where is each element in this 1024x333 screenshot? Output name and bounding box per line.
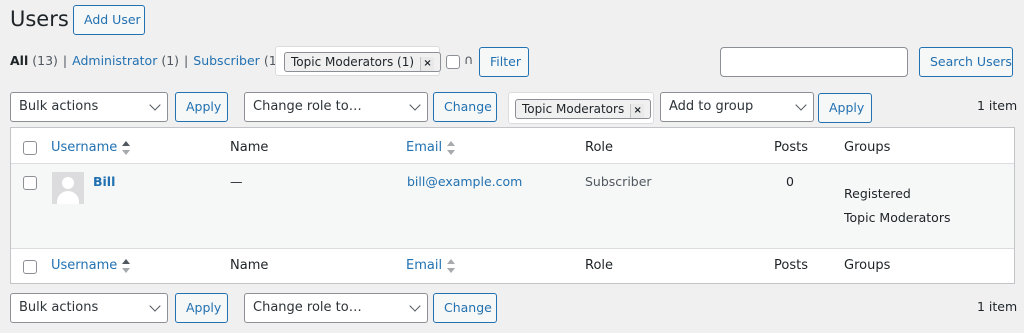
column-username[interactable]: Username: [51, 140, 131, 155]
items-count-bottom: 1 item: [977, 299, 1018, 314]
intersect-symbol: ∩: [464, 53, 474, 68]
add-user-button[interactable]: Add User: [73, 5, 145, 35]
change-role-button[interactable]: Change: [433, 92, 497, 122]
group-filter-chip[interactable]: Topic Moderators (1) ×: [284, 52, 442, 72]
name-cell: —: [230, 174, 243, 189]
group-select[interactable]: Topic Moderators ×: [508, 92, 654, 124]
sort-arrows-icon: [446, 140, 456, 155]
row-checkbox[interactable]: [23, 176, 37, 190]
username-link[interactable]: Bill: [93, 174, 115, 189]
column-role-footer: Role: [585, 258, 614, 273]
filter-button[interactable]: Filter: [479, 47, 529, 77]
view-administrator[interactable]: Administrator (1): [72, 53, 179, 68]
change-role-select-bottom[interactable]: Change role to…: [244, 293, 428, 323]
column-email-footer[interactable]: Email: [406, 258, 456, 273]
change-role-select[interactable]: Change role to…: [244, 92, 428, 122]
bulk-apply-button[interactable]: Apply: [175, 92, 228, 122]
page-title: Users: [10, 7, 69, 31]
select-all-checkbox[interactable]: [23, 141, 37, 155]
group-filter-select[interactable]: Topic Moderators (1) ×: [275, 46, 442, 76]
chevron-down-icon: [149, 300, 161, 312]
column-posts-footer: Posts: [774, 258, 808, 273]
add-to-group-select[interactable]: Add to group: [660, 92, 814, 122]
user-role-views: All (13)|Administrator (1)|Subscriber (1…: [10, 53, 304, 68]
column-name-footer: Name: [230, 258, 269, 273]
chevron-down-icon: [409, 99, 421, 111]
change-role-button-bottom[interactable]: Change: [433, 293, 497, 323]
group-item-registered: Registered: [844, 186, 911, 201]
close-icon[interactable]: ×: [420, 57, 435, 71]
group-apply-button[interactable]: Apply: [818, 93, 872, 123]
group-intersect-checkbox[interactable]: [446, 55, 460, 69]
column-username-footer[interactable]: Username: [51, 258, 131, 273]
column-name: Name: [230, 140, 269, 155]
users-table: Username Name Email Role Posts Groups Bi…: [10, 127, 1015, 284]
posts-cell: 0: [786, 174, 794, 189]
column-groups-footer: Groups: [844, 258, 891, 273]
select-all-checkbox-footer[interactable]: [23, 260, 37, 274]
column-posts: Posts: [774, 140, 808, 155]
view-all[interactable]: All (13): [10, 53, 58, 68]
sort-arrows-icon: [121, 258, 131, 273]
close-icon[interactable]: ×: [630, 104, 645, 118]
email-link[interactable]: bill@example.com: [407, 174, 522, 189]
items-count: 1 item: [977, 98, 1018, 113]
sort-arrows-icon: [446, 258, 456, 273]
bulk-actions-select[interactable]: Bulk actions: [10, 92, 168, 122]
bulk-actions-select-bottom[interactable]: Bulk actions: [10, 293, 168, 323]
group-item-topic-moderators: Topic Moderators: [844, 210, 951, 225]
column-groups: Groups: [844, 140, 891, 155]
chevron-down-icon: [409, 300, 421, 312]
chevron-down-icon: [795, 99, 807, 111]
column-role: Role: [585, 140, 614, 155]
group-chip[interactable]: Topic Moderators ×: [515, 99, 652, 119]
column-email[interactable]: Email: [406, 140, 456, 155]
table-row: Bill — bill@example.com Subscriber 0 Reg…: [11, 164, 1014, 248]
sort-arrows-icon: [121, 140, 131, 155]
role-cell: Subscriber: [585, 174, 652, 189]
default-avatar-icon: [52, 172, 84, 204]
search-users-button[interactable]: Search Users: [919, 47, 1013, 77]
search-input[interactable]: [720, 47, 908, 77]
chevron-down-icon: [149, 99, 161, 111]
bulk-apply-button-bottom[interactable]: Apply: [175, 293, 228, 323]
